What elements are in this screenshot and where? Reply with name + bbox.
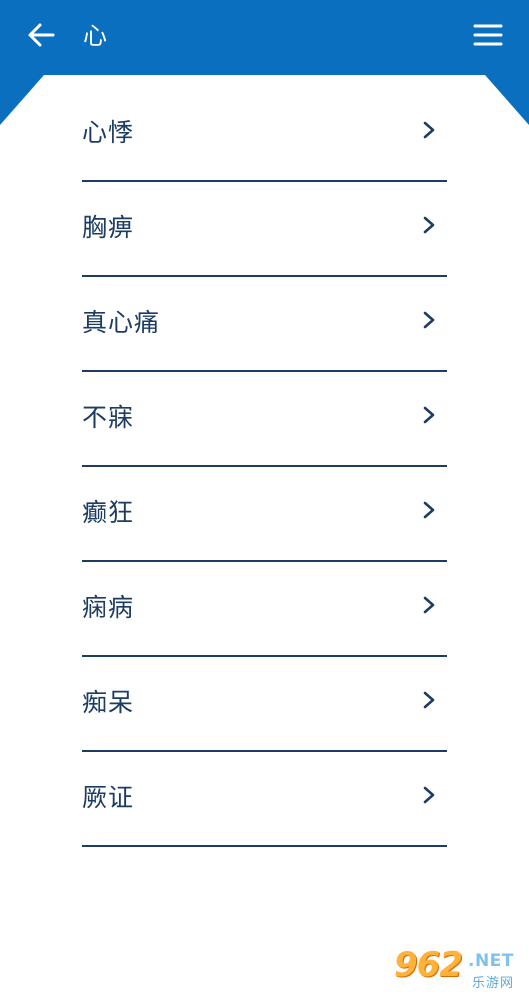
- list-item-label: 癫狂: [82, 497, 135, 527]
- watermark-site-name: 乐游网: [472, 976, 515, 991]
- chevron-right-icon: [419, 405, 439, 425]
- chevron-right-icon: [419, 500, 439, 520]
- list-item-label: 痴呆: [82, 687, 135, 717]
- chevron-right-icon: [419, 310, 439, 330]
- chevron-right-icon: [419, 120, 439, 140]
- chevron-right-icon: [419, 595, 439, 615]
- back-button[interactable]: [22, 17, 60, 53]
- watermark-domain: .NET: [468, 951, 514, 971]
- list-item-label: 痫病: [82, 592, 135, 622]
- arrow-left-icon: [28, 23, 55, 47]
- list-item-label: 胸痹: [82, 212, 135, 242]
- list-item-label: 真心痛: [82, 307, 161, 337]
- page-title: 心: [83, 22, 107, 50]
- site-watermark: 962 .NET 乐游网: [394, 947, 524, 995]
- list-item[interactable]: 心悸: [82, 87, 447, 182]
- list-item[interactable]: 痫病: [82, 562, 447, 657]
- chevron-right-icon: [419, 215, 439, 235]
- list-item[interactable]: 真心痛: [82, 277, 447, 372]
- hamburger-menu-icon: [473, 24, 503, 46]
- chevron-right-icon: [419, 690, 439, 710]
- list-item[interactable]: 胸痹: [82, 182, 447, 277]
- list-item[interactable]: 不寐: [82, 372, 447, 467]
- list-item[interactable]: 厥证: [82, 752, 447, 847]
- watermark-logo: 962: [394, 945, 463, 985]
- list-item[interactable]: 癫狂: [82, 467, 447, 562]
- chevron-right-icon: [419, 785, 439, 805]
- list-item-label: 不寐: [82, 402, 135, 432]
- list-item[interactable]: 痴呆: [82, 657, 447, 752]
- menu-button[interactable]: [470, 17, 506, 53]
- list-item-label: 厥证: [82, 782, 135, 812]
- topic-list: 心悸 胸痹 真心痛 不寐 癫狂 痫病 痴呆 厥证: [82, 87, 447, 847]
- list-item-label: 心悸: [82, 117, 135, 147]
